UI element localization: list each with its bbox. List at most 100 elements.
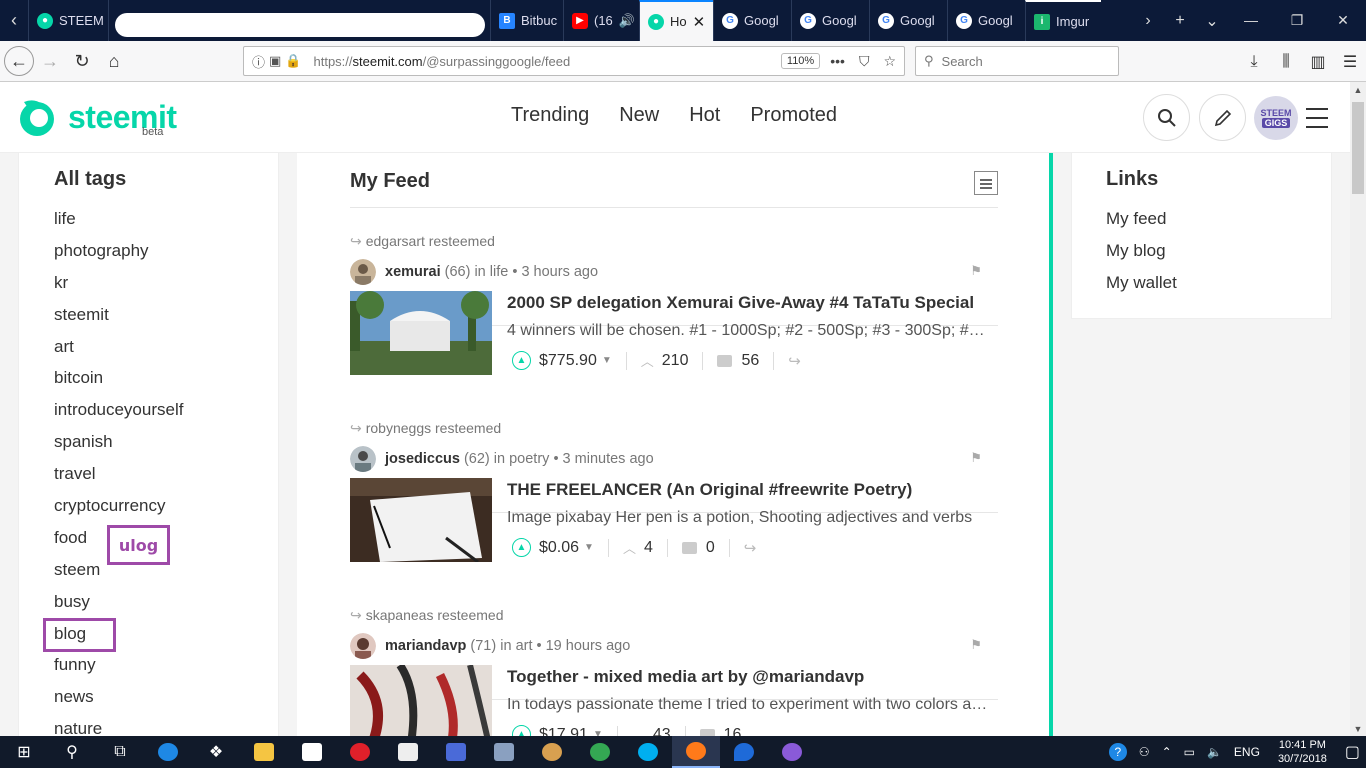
tag-link[interactable]: life (54, 209, 76, 229)
tag-link[interactable]: kr (54, 273, 68, 293)
close-window-icon[interactable]: ✕ (1320, 0, 1366, 41)
bookmark-star-icon[interactable]: ☆ (883, 53, 896, 70)
lock-icon[interactable]: 🔒 (285, 53, 301, 69)
tag-link[interactable]: bitcoin (54, 368, 103, 388)
post-time[interactable]: • 3 minutes ago (553, 451, 653, 467)
search-icon[interactable]: ⚲ (48, 736, 96, 768)
link-my-feed[interactable]: My feed (1106, 209, 1177, 241)
scrollbar-thumb[interactable] (1352, 102, 1364, 194)
firefox-icon[interactable] (672, 736, 720, 768)
tray-chevron-up-icon[interactable]: ⌃ (1162, 745, 1172, 759)
minimize-icon[interactable]: — (1228, 0, 1274, 41)
menu-icon[interactable]: ☰ (1334, 52, 1366, 72)
nav-new[interactable]: New (619, 104, 659, 127)
tag-link[interactable]: spanish (54, 432, 113, 452)
post-summary[interactable]: Image pixabay Her pen is a potion, Shoot… (507, 509, 991, 527)
tag-link[interactable]: introduceyourself (54, 400, 183, 420)
tag-link[interactable]: art (54, 337, 74, 357)
maps-icon[interactable] (720, 736, 768, 768)
tag-link[interactable]: news (54, 687, 94, 707)
nav-trending[interactable]: Trending (511, 104, 589, 127)
browser-tab-google-1[interactable]: G Googl (713, 0, 791, 41)
tag-link[interactable]: photography (54, 241, 149, 261)
post-time[interactable]: • 19 hours ago (537, 638, 631, 654)
info-icon[interactable]: ⓘ (252, 52, 265, 71)
tag-link[interactable]: food (54, 528, 87, 548)
tab-scroll-right-icon[interactable]: › (1132, 12, 1164, 30)
browser-tab-youtube[interactable]: ▶ (16 🔊 (563, 0, 639, 41)
dropbox-icon[interactable]: ❖ (192, 736, 240, 768)
user-avatar[interactable]: STEEM GIGS (1254, 96, 1298, 140)
browser-tab-bitbucket[interactable]: B Bitbuc (490, 0, 563, 41)
browser-tab-imgur[interactable]: i Imgur (1025, 0, 1101, 41)
post-category[interactable]: poetry (509, 451, 549, 467)
mail-icon[interactable] (384, 736, 432, 768)
write-post-button[interactable] (1199, 94, 1246, 141)
battery-icon[interactable]: ▭ (1184, 745, 1195, 759)
people-icon[interactable]: ⚇ (1139, 745, 1150, 759)
file-explorer-icon[interactable] (240, 736, 288, 768)
post-time[interactable]: • 3 hours ago (512, 264, 598, 280)
cat-app-icon[interactable] (768, 736, 816, 768)
nav-hot[interactable]: Hot (689, 104, 720, 127)
flag-icon[interactable]: ⚑ (970, 263, 982, 279)
windows-start-icon[interactable]: ⊞ (0, 736, 48, 768)
restore-icon[interactable]: ❐ (1274, 0, 1320, 41)
votes-icon[interactable]: ︿ (632, 725, 645, 736)
browser-tab-active[interactable]: ● Ho ✕ (639, 0, 713, 41)
post-category[interactable]: life (490, 264, 509, 280)
chrome-icon[interactable] (576, 736, 624, 768)
system-clock[interactable]: 10:41 PM 30/7/2018 (1278, 738, 1327, 766)
tag-link[interactable]: travel (54, 464, 96, 484)
browser-tab-google-2[interactable]: G Googl (791, 0, 869, 41)
comment-icon[interactable] (699, 728, 715, 736)
browser-tab-redacted[interactable] (108, 0, 490, 41)
new-tab-icon[interactable]: + (1164, 12, 1196, 30)
link-my-wallet[interactable]: My wallet (1106, 273, 1177, 305)
volume-icon[interactable]: 🔈 (1207, 745, 1222, 759)
browser-tab-google-4[interactable]: G Googl (947, 0, 1025, 41)
author-name[interactable]: josediccus (385, 451, 460, 467)
paint-icon[interactable] (528, 736, 576, 768)
library-icon[interactable]: ⫼ (1270, 53, 1302, 71)
home-icon[interactable]: ⌂ (98, 45, 130, 77)
store-icon[interactable] (288, 736, 336, 768)
scroll-up-icon[interactable]: ▲ (1350, 85, 1366, 95)
post-thumbnail[interactable] (350, 665, 492, 736)
notifications-icon[interactable]: ▢ (1345, 742, 1360, 762)
author-name[interactable]: mariandavp (385, 638, 466, 654)
post-summary[interactable]: In todays passionate theme I tried to ex… (507, 696, 991, 714)
vote-count[interactable]: 43 (653, 726, 671, 737)
flag-icon[interactable]: ⚑ (970, 637, 982, 653)
search-button[interactable] (1143, 94, 1190, 141)
search-input[interactable]: ⚲ Search (915, 46, 1119, 76)
post-title[interactable]: Together - mixed media art by @mariandav… (507, 667, 864, 687)
link-my-blog[interactable]: My blog (1106, 241, 1177, 273)
hamburger-menu-icon[interactable] (1306, 108, 1328, 135)
edge-icon[interactable] (144, 736, 192, 768)
tab-scroll-left-icon[interactable]: ‹ (0, 0, 28, 41)
tag-link[interactable]: funny (54, 655, 96, 675)
upvote-icon[interactable]: ▲ (512, 725, 531, 736)
nav-promoted[interactable]: Promoted (750, 104, 837, 127)
tag-link[interactable]: steemit (54, 305, 109, 325)
post-title[interactable]: THE FREELANCER (An Original #freewrite P… (507, 480, 912, 500)
speaker-icon[interactable]: 🔊 (619, 13, 635, 29)
browser-tab-google-3[interactable]: G Googl (869, 0, 947, 41)
forward-arrow-icon[interactable]: → (34, 45, 66, 77)
tag-link[interactable]: cryptocurrency (54, 496, 165, 516)
author-name[interactable]: xemurai (385, 264, 441, 280)
reload-icon[interactable]: ↻ (66, 45, 98, 77)
pocket-icon[interactable]: ⛉ (859, 53, 870, 70)
task-view-icon[interactable]: ⧉ (96, 736, 144, 768)
permissions-icon[interactable]: ▣ (269, 53, 281, 69)
help-icon[interactable]: ? (1108, 743, 1127, 761)
post-category[interactable]: art (516, 638, 533, 654)
flag-icon[interactable]: ⚑ (970, 450, 982, 466)
tag-link[interactable]: busy (54, 592, 90, 612)
url-text[interactable]: https://steemit.com/@surpassinggoogle/fe… (314, 54, 571, 69)
zoom-level[interactable]: 110% (780, 53, 821, 69)
author-avatar[interactable] (350, 446, 376, 472)
comment-count[interactable]: 16 (724, 726, 742, 737)
browser-tab-steem[interactable]: ● STEEM (28, 0, 108, 41)
